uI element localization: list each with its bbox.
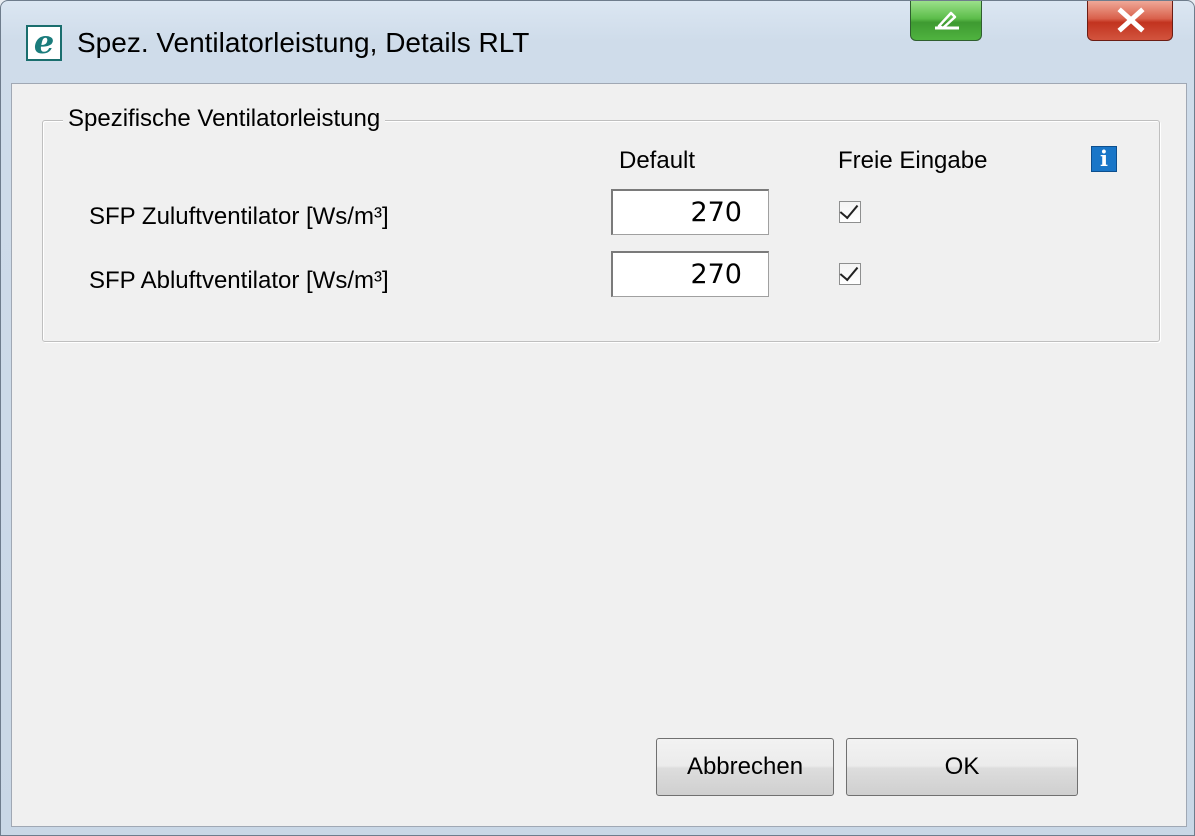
- groupbox-legend: Spezifische Ventilatorleistung: [63, 105, 386, 133]
- minimize-button[interactable]: [910, 1, 982, 41]
- checkmark-icon: [839, 199, 859, 220]
- row-label-sfp-abluft: SFP Abluftventilator [Ws/m³]: [89, 267, 389, 294]
- freie-eingabe-zuluft-checkbox[interactable]: [839, 199, 861, 223]
- pen-minimize-icon: [935, 11, 959, 30]
- close-icon: [1117, 7, 1145, 33]
- window-title: Spez. Ventilatorleistung, Details RLT: [77, 27, 530, 58]
- app-e-icon: e: [26, 25, 62, 61]
- title-bar[interactable]: e Spez. Ventilatorleistung, Details RLT: [1, 1, 1194, 77]
- freie-eingabe-abluft-checkbox[interactable]: [839, 261, 861, 285]
- info-icon[interactable]: i: [1091, 146, 1117, 172]
- checkmark-icon: [839, 261, 859, 282]
- row-label-sfp-zuluft: SFP Zuluftventilator [Ws/m³]: [89, 203, 389, 230]
- sfp-abluft-default-field[interactable]: [611, 251, 769, 297]
- column-header-default: Default: [619, 147, 696, 174]
- column-header-freie-eingabe: Freie Eingabe: [838, 147, 988, 174]
- ok-button[interactable]: OK: [846, 738, 1078, 796]
- cancel-button[interactable]: Abbrechen: [656, 738, 834, 796]
- sfp-zuluft-default-field[interactable]: [611, 189, 769, 235]
- groupbox-spezifische-ventilatorleistung: Spezifische Ventilatorleistung Default F…: [42, 105, 1160, 342]
- dialog-window: e Spez. Ventilatorleistung, Details RLT …: [0, 0, 1195, 836]
- close-button[interactable]: [1087, 1, 1173, 41]
- dialog-client-area: Spezifische Ventilatorleistung Default F…: [11, 83, 1187, 827]
